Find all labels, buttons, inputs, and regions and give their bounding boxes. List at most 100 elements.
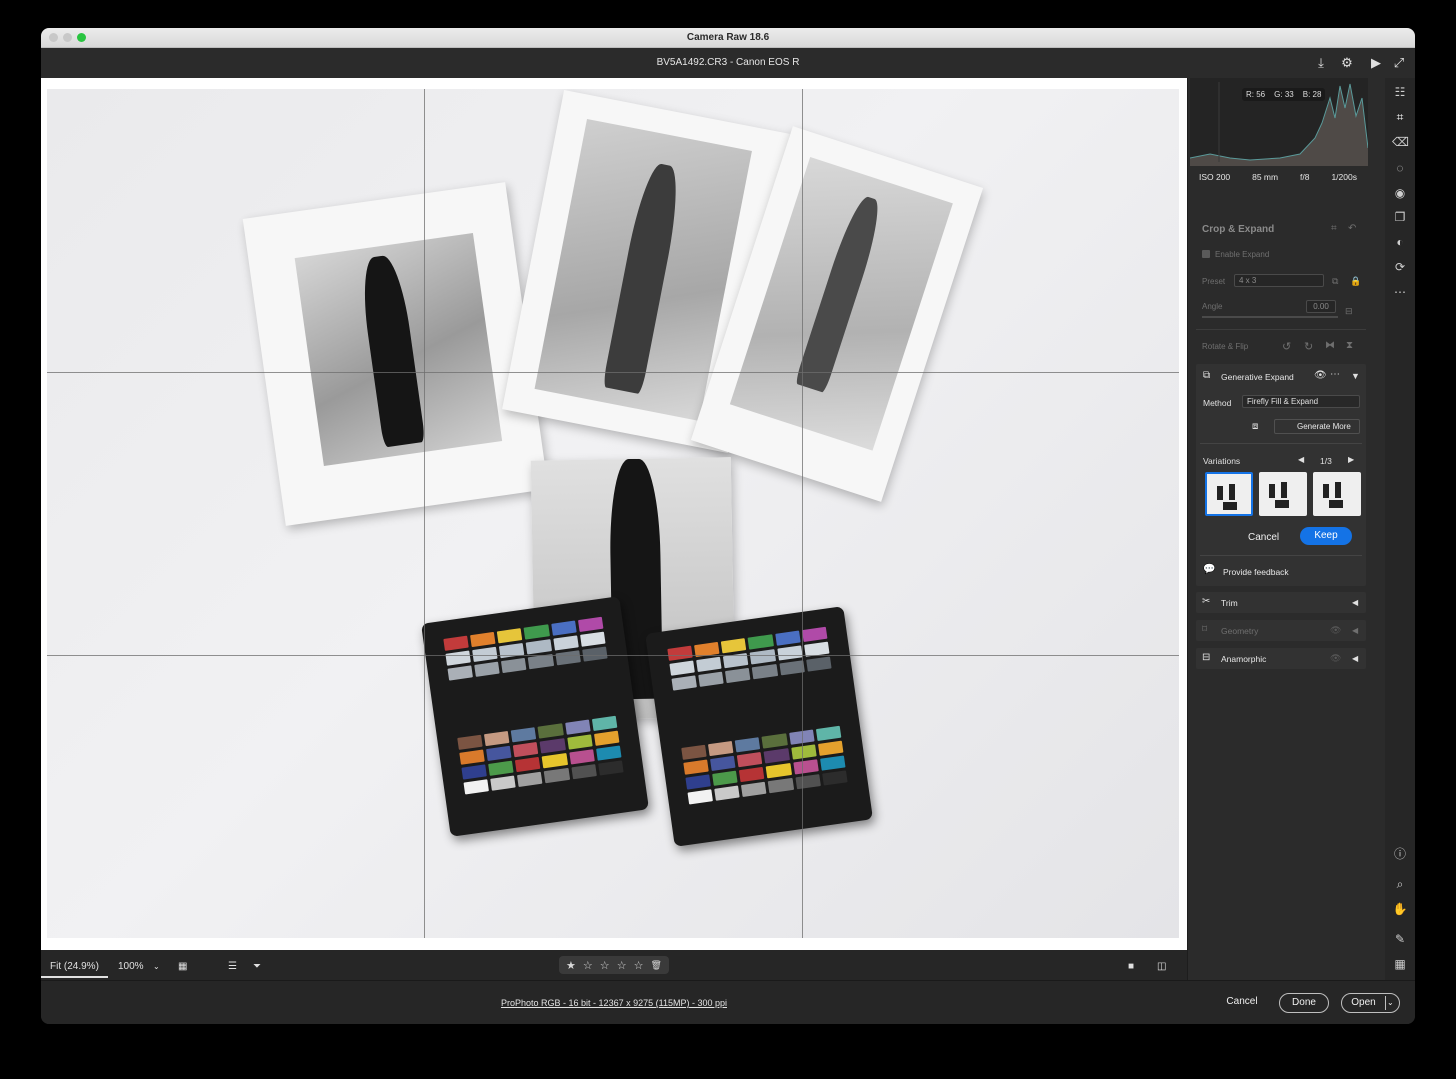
iso-value: ISO 200 <box>1198 172 1231 182</box>
hand-icon[interactable]: ✋ <box>1392 901 1408 917</box>
focal-length: 85 mm <box>1252 172 1279 182</box>
generative-expand-title: Generative Expand <box>1221 372 1294 382</box>
preset-label: Preset <box>1202 277 1226 286</box>
zoom-dropdown-icon[interactable]: ⌄ <box>144 956 169 978</box>
compare-icon[interactable]: ⧈ <box>1252 421 1258 432</box>
settings-icon[interactable]: ⚙ <box>1339 55 1355 71</box>
slideshow-icon[interactable]: ▶ <box>1368 55 1384 71</box>
method-label: Method <box>1203 398 1232 408</box>
snapshots-icon[interactable]: ❐ <box>1392 209 1408 225</box>
variation-thumbnail[interactable] <box>1313 472 1361 516</box>
method-dropdown[interactable]: Firefly Fill & Expand <box>1242 395 1360 408</box>
visibility-eye-icon[interactable]: 👁 <box>1330 653 1341 664</box>
rotate-flip-label: Rotate & Flip <box>1202 342 1249 351</box>
fullscreen-icon[interactable]: ⤢ <box>1391 55 1407 71</box>
trim-section[interactable]: ✂ Trim ◀ <box>1196 592 1366 613</box>
save-icon[interactable]: ⤓ <box>1313 55 1329 71</box>
more-options-icon[interactable]: ⋯ <box>1330 369 1340 380</box>
anamorphic-icon: ⊟ <box>1202 652 1211 663</box>
star-icon[interactable]: ☆ <box>583 959 593 972</box>
orientation-icon[interactable]: ⧉ <box>1332 276 1338 287</box>
geometry-icon: ⌑ <box>1202 624 1208 635</box>
done-button[interactable]: Done <box>1279 993 1329 1013</box>
visibility-eye-icon[interactable]: 👁 <box>1314 370 1327 381</box>
zoom-icon[interactable]: ⌕ <box>1392 876 1408 892</box>
sampler-icon[interactable]: ✎ <box>1392 931 1408 947</box>
provide-feedback-link[interactable]: Provide feedback <box>1223 567 1289 577</box>
generate-more-button[interactable]: Generate More <box>1274 419 1360 434</box>
expand-icon[interactable]: ◀ <box>1352 626 1358 635</box>
angle-input[interactable]: 0.00 <box>1306 300 1336 313</box>
star-icon[interactable]: ☆ <box>617 959 627 972</box>
color-checker <box>421 596 649 837</box>
crop-grid-line <box>424 89 425 938</box>
crop-grid-line <box>47 372 1179 373</box>
tool-strip: ☷ ⌗ ⌫ ◌ ◉ ❐ ◐ ⟳ ⋯ ⓘ ⌕ ✋ ✎ ▦ <box>1385 78 1415 980</box>
visibility-eye-icon[interactable]: 👁 <box>1330 625 1341 636</box>
open-dropdown-icon[interactable]: ⌄ <box>1387 994 1394 1012</box>
expand-icon[interactable]: ◀ <box>1352 654 1358 663</box>
redeye-icon[interactable]: ◉ <box>1392 185 1408 201</box>
histogram: R: 56 G: 33 B: 28 <box>1190 78 1368 166</box>
image-canvas[interactable] <box>41 78 1187 950</box>
window-title: Camera Raw 18.6 <box>686 32 770 43</box>
scissors-icon: ✂ <box>1202 596 1211 607</box>
next-variation-icon[interactable]: ▶ <box>1348 455 1354 464</box>
zoom-fit-button[interactable]: Fit (24.9%) <box>41 956 108 978</box>
rotate-right-icon[interactable]: ↻ <box>1304 340 1313 353</box>
more-icon[interactable]: ⋯ <box>1392 284 1408 300</box>
before-after-icon[interactable]: ◫ <box>1148 956 1175 978</box>
sync-icon[interactable]: ⟳ <box>1392 259 1408 275</box>
collapse-icon[interactable]: ▼ <box>1351 371 1360 381</box>
edit-icon[interactable]: ☷ <box>1392 84 1408 100</box>
star-rating: ★ ☆ ☆ ☆ ☆ 🗑 <box>559 956 669 974</box>
grid-icon[interactable]: ▦ <box>1392 956 1408 972</box>
auto-crop-icon[interactable]: ⌗ <box>1331 223 1337 234</box>
flip-vertical-icon[interactable]: ⧗ <box>1346 340 1353 351</box>
camera-raw-window: Camera Raw 18.6 BV5A1492.CR3 - Canon EOS… <box>41 28 1415 1024</box>
remove-icon[interactable]: ⌫ <box>1392 134 1409 150</box>
reset-crop-icon[interactable]: ↶ <box>1348 223 1356 234</box>
star-icon[interactable]: ☆ <box>600 959 610 972</box>
workflow-options-link[interactable]: ProPhoto RGB - 16 bit - 12367 x 9275 (11… <box>41 998 1187 1008</box>
anamorphic-section[interactable]: ⊟ Anamorphic 👁 ◀ <box>1196 648 1366 669</box>
crop-icon[interactable]: ⌗ <box>1392 109 1408 125</box>
file-info: BV5A1492.CR3 - Canon EOS R <box>656 57 800 68</box>
single-view-icon[interactable]: ■ <box>1119 956 1143 978</box>
trim-label: Trim <box>1221 598 1238 608</box>
flip-horizontal-icon[interactable]: ⧓ <box>1325 340 1335 351</box>
star-icon[interactable]: ★ <box>566 959 576 972</box>
enable-expand-checkbox[interactable] <box>1202 250 1210 258</box>
cancel-variation-button[interactable]: Cancel <box>1248 532 1279 543</box>
title-bar: Camera Raw 18.6 <box>41 28 1415 48</box>
trash-icon[interactable]: 🗑 <box>650 960 661 971</box>
file-bar: BV5A1492.CR3 - Canon EOS R ⤓ ⚙ ▶ ⤢ <box>41 48 1415 78</box>
filter-icon[interactable]: ⏷ <box>244 956 270 978</box>
info-icon[interactable]: ⓘ <box>1392 846 1408 862</box>
variation-counter: 1/3 <box>1320 456 1332 466</box>
expand-icon[interactable]: ◀ <box>1352 598 1358 607</box>
crop-grid-line <box>47 655 1179 656</box>
variation-thumbnail[interactable] <box>1259 472 1307 516</box>
cancel-button[interactable]: Cancel <box>1217 993 1267 1013</box>
masking-icon[interactable]: ◌ <box>1392 160 1408 176</box>
preset-dropdown[interactable]: 4 x 3 <box>1234 274 1324 287</box>
color-checker <box>645 606 873 847</box>
lock-icon[interactable]: 🔒 <box>1350 276 1361 287</box>
geometry-label: Geometry <box>1221 626 1259 636</box>
sort-icon[interactable]: ☰ <box>219 956 246 978</box>
straighten-icon[interactable]: ⊟ <box>1345 306 1353 317</box>
rotate-left-icon[interactable]: ↺ <box>1282 340 1291 353</box>
photo-preview <box>47 89 1179 938</box>
geometry-section[interactable]: ⌑ Geometry 👁 ◀ <box>1196 620 1366 641</box>
rgb-readout: R: 56 G: 33 B: 28 <box>1242 88 1326 101</box>
open-button[interactable]: Open ⌄ <box>1341 993 1400 1013</box>
star-icon[interactable]: ☆ <box>634 959 644 972</box>
keep-button[interactable]: Keep <box>1300 527 1352 545</box>
angle-slider[interactable] <box>1202 316 1338 318</box>
filmstrip-icon[interactable]: ▦ <box>169 956 196 978</box>
variation-thumbnail[interactable] <box>1205 472 1253 516</box>
previous-variation-icon[interactable]: ◀ <box>1298 455 1304 464</box>
presets-icon[interactable]: ◐ <box>1392 234 1408 250</box>
camera-info: ISO 200 85 mm f/8 1/200s <box>1188 168 1368 186</box>
